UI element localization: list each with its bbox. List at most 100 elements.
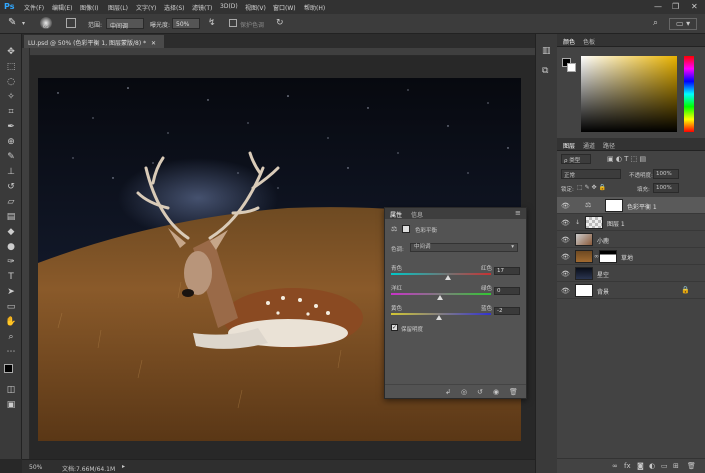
toggle-visibility-icon[interactable]: ◉ <box>493 388 499 396</box>
cyan-red-value[interactable]: 17 <box>494 267 520 275</box>
color-bg-swatch[interactable] <box>567 63 576 72</box>
filter-pixel-icon[interactable]: ▣ ◐ T ⬚ ▤ <box>607 155 646 163</box>
opacity-input[interactable]: 100% <box>653 169 679 179</box>
quick-mask-icon[interactable]: ◫ <box>5 384 17 396</box>
status-arrow-icon[interactable]: ▸ <box>122 463 125 470</box>
history-brush-tool-icon[interactable]: ↺ <box>5 181 17 193</box>
screen-mode-icon[interactable]: ▣ <box>5 399 17 411</box>
tone-select[interactable]: 中间调 ▾ <box>410 243 518 252</box>
lock-icons[interactable]: ⬚ ✎ ✥ 🔒 <box>577 184 606 191</box>
healing-tool-icon[interactable]: ⊕ <box>5 136 17 148</box>
layer-mask-thumbnail[interactable] <box>599 250 617 263</box>
tab-layers[interactable]: 图层 <box>563 141 575 150</box>
document-tab-close-icon[interactable]: ✕ <box>151 40 156 47</box>
gradient-tool-icon[interactable]: ▤ <box>5 211 17 223</box>
new-group-icon[interactable]: ▭ <box>661 462 668 470</box>
yellow-blue-value[interactable]: -2 <box>494 307 520 315</box>
history-panel-icon[interactable]: ▥ <box>542 46 551 56</box>
mask-icon[interactable] <box>402 225 410 233</box>
workspace-select[interactable]: ▭ ▾ <box>669 18 698 30</box>
add-mask-icon[interactable]: ◙ <box>637 462 644 470</box>
magenta-green-slider-knob[interactable] <box>437 295 443 300</box>
eraser-tool-icon[interactable]: ▱ <box>5 196 17 208</box>
eye-icon[interactable]: 👁 <box>561 236 570 244</box>
marquee-tool-icon[interactable]: ⬚ <box>5 61 17 73</box>
menu-image[interactable]: 图像(I) <box>80 3 98 12</box>
close-button[interactable]: ✕ <box>691 2 698 11</box>
exposure-input[interactable]: 50% <box>172 18 200 29</box>
zoom-level[interactable]: 50% <box>29 464 42 471</box>
zoom-tool-icon[interactable]: ⌕ <box>5 331 17 343</box>
pressure-icon[interactable]: ↻ <box>276 18 284 28</box>
menu-select[interactable]: 选择(S) <box>164 3 185 12</box>
tab-color[interactable]: 颜色 <box>563 37 575 46</box>
blur-tool-icon[interactable]: ◆ <box>5 226 17 238</box>
stamp-tool-icon[interactable]: ⊥ <box>5 166 17 178</box>
shape-tool-icon[interactable]: ▭ <box>5 301 17 313</box>
tab-channels[interactable]: 通道 <box>583 141 595 150</box>
menu-view[interactable]: 视图(V) <box>245 3 266 12</box>
layer-mask-thumbnail[interactable] <box>605 199 623 212</box>
menu-3d[interactable]: 3D(D) <box>220 3 238 10</box>
path-select-tool-icon[interactable]: ➤ <box>5 286 17 298</box>
panel-menu-icon[interactable]: ≡ <box>515 209 521 217</box>
new-layer-icon[interactable]: ⊞ <box>673 462 679 470</box>
menu-file[interactable]: 文件(F) <box>24 3 44 12</box>
brush-panel-icon[interactable] <box>66 18 76 28</box>
quick-select-tool-icon[interactable]: ✧ <box>5 91 17 103</box>
search-icon[interactable]: ⌕ <box>653 18 658 28</box>
eye-icon[interactable]: 👁 <box>561 270 570 278</box>
layer-name[interactable]: 小鹿 <box>597 236 609 245</box>
layer-row-grass[interactable]: 👁 ∞ 草地 <box>557 248 705 265</box>
preserve-luminosity-checkbox[interactable]: ✓ <box>391 324 398 331</box>
eye-icon[interactable]: 👁 <box>561 202 570 210</box>
foreground-color-swatch[interactable] <box>4 364 13 373</box>
magenta-green-value[interactable]: 0 <box>494 287 520 295</box>
eye-icon[interactable]: 👁 <box>561 287 570 295</box>
move-tool-icon[interactable]: ✥ <box>5 46 17 58</box>
menu-window[interactable]: 窗口(W) <box>273 3 296 12</box>
view-previous-icon[interactable]: ◎ <box>461 388 467 396</box>
layer-name[interactable]: 星空 <box>597 270 609 279</box>
more-tools-icon[interactable]: ⋯ <box>5 346 17 358</box>
tab-properties[interactable]: 属性 <box>390 210 402 219</box>
menu-edit[interactable]: 编辑(E) <box>52 3 72 12</box>
restore-button[interactable]: ❐ <box>672 2 679 11</box>
layer-row-deer[interactable]: 👁 小鹿 <box>557 231 705 248</box>
hand-tool-icon[interactable]: ✋ <box>5 316 17 328</box>
eye-icon[interactable]: 👁 <box>561 253 570 261</box>
brush-tool-icon[interactable]: ✎ <box>5 151 17 163</box>
lasso-tool-icon[interactable]: ◌ <box>5 76 17 88</box>
menu-filter[interactable]: 滤镜(T) <box>192 3 212 12</box>
blend-mode-select[interactable]: 正常 <box>561 169 621 179</box>
layer-filter-select[interactable]: ρ 类型 <box>561 154 591 164</box>
tab-info[interactable]: 信息 <box>411 210 423 219</box>
hue-slider[interactable] <box>684 56 694 132</box>
protect-tones-checkbox[interactable] <box>229 19 237 27</box>
tab-paths[interactable]: 路径 <box>603 141 615 150</box>
crop-tool-icon[interactable]: ⌗ <box>5 106 17 118</box>
properties-panel-icon[interactable]: ⧉ <box>542 66 548 76</box>
document-tab[interactable]: LU.psd @ 50% (色彩平衡 1, 图层蒙版/8) * ✕ <box>24 35 164 48</box>
tool-preset-chevron-icon[interactable]: ▾ <box>22 20 25 27</box>
layer-row-background[interactable]: 👁 背景 🔒 <box>557 282 705 299</box>
eyedropper-tool-icon[interactable]: ✒ <box>5 121 17 133</box>
range-select[interactable]: 中间调 <box>106 18 144 30</box>
tab-swatches[interactable]: 色板 <box>583 37 595 46</box>
reset-icon[interactable]: ↺ <box>477 388 483 396</box>
menu-type[interactable]: 文字(Y) <box>136 3 156 12</box>
delete-adjustment-icon[interactable]: 🗑 <box>509 388 518 396</box>
dodge-tool-icon[interactable]: ● <box>5 241 17 253</box>
type-tool-icon[interactable]: T <box>5 271 17 283</box>
fx-icon[interactable]: fx <box>624 462 631 470</box>
layer-name[interactable]: 色彩平衡 1 <box>627 202 657 211</box>
color-picker-field[interactable] <box>581 56 677 132</box>
properties-panel-header[interactable]: 属性 信息 ≡ <box>385 208 526 219</box>
delete-layer-icon[interactable]: 🗑 <box>687 462 696 470</box>
layer-row-color-balance[interactable]: 👁 ⚖ 色彩平衡 1 <box>557 197 705 214</box>
airbrush-icon[interactable]: ↯ <box>208 18 216 28</box>
layer-row-starry-sky[interactable]: 👁 星空 <box>557 265 705 282</box>
link-layers-icon[interactable]: ∞ <box>612 462 618 470</box>
layer-name[interactable]: 图层 1 <box>607 219 625 228</box>
pen-tool-icon[interactable]: ✑ <box>5 256 17 268</box>
